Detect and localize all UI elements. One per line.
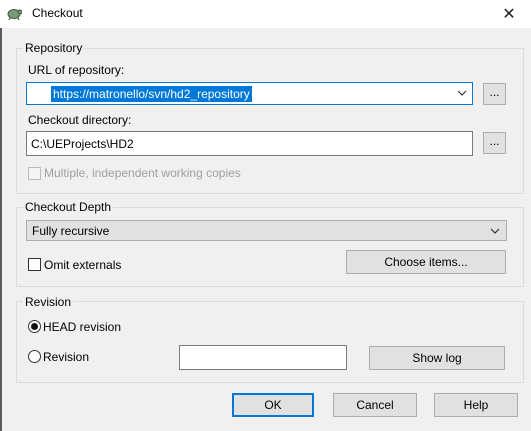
chevron-down-icon	[489, 225, 501, 237]
url-browse-button[interactable]: ...	[483, 83, 506, 105]
close-button[interactable]: ✕	[487, 0, 531, 28]
url-value: https://matronello/svn/hd2_repository	[51, 86, 252, 102]
chevron-down-icon[interactable]	[456, 87, 468, 99]
revision-input[interactable]	[179, 345, 347, 370]
depth-dropdown[interactable]: Fully recursive	[26, 220, 507, 241]
cancel-button[interactable]: Cancel	[333, 393, 417, 417]
multiple-copies-checkbox[interactable]	[28, 167, 41, 180]
choose-items-button[interactable]: Choose items...	[346, 250, 506, 274]
ok-label: OK	[264, 398, 282, 412]
checkout-depth-legend: Checkout Depth	[23, 200, 114, 214]
window-title: Checkout	[32, 6, 83, 20]
checkout-depth-group	[16, 207, 524, 287]
head-revision-label: HEAD revision	[43, 320, 122, 334]
help-button[interactable]: Help	[434, 393, 518, 417]
directory-browse-button[interactable]: ...	[483, 132, 506, 154]
help-label: Help	[463, 398, 489, 412]
close-icon: ✕	[502, 6, 516, 23]
directory-input[interactable]: C:\UEProjects\HD2	[26, 131, 473, 156]
depth-selected: Fully recursive	[32, 223, 110, 238]
head-revision-radio[interactable]	[28, 320, 41, 333]
revision-group	[16, 301, 524, 383]
url-label: URL of repository:	[28, 63, 125, 77]
revision-radio[interactable]	[28, 350, 41, 363]
omit-externals-checkbox[interactable]	[28, 258, 41, 271]
revision-legend: Revision	[23, 295, 74, 309]
directory-label: Checkout directory:	[28, 113, 132, 127]
show-log-button[interactable]: Show log	[369, 346, 505, 370]
tortoisesvn-icon	[6, 6, 23, 21]
omit-externals-label: Omit externals	[44, 258, 122, 272]
show-log-label: Show log	[412, 351, 462, 365]
revision-label: Revision	[43, 350, 90, 364]
repository-legend: Repository	[23, 41, 85, 55]
ok-button[interactable]: OK	[232, 393, 314, 417]
window-edge	[0, 28, 2, 431]
url-combobox[interactable]: https://matronello/svn/hd2_repository	[26, 82, 473, 105]
cancel-label: Cancel	[356, 398, 394, 412]
multiple-copies-label: Multiple, independent working copies	[44, 166, 241, 180]
choose-items-label: Choose items...	[384, 255, 468, 269]
directory-value: C:\UEProjects\HD2	[31, 137, 134, 151]
